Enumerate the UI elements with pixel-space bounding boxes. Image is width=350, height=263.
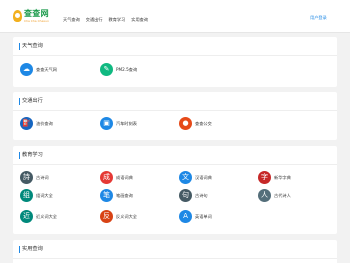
site-logo[interactable]: 查查网 Cha Cha Chaxun [13, 8, 51, 26]
login-link[interactable]: 用户登录 [310, 15, 327, 21]
tool-label: 近义词大全 [36, 214, 57, 219]
tool-item-poet[interactable]: 人古代诗人 [258, 189, 328, 203]
tool-label: 查查天气网 [36, 67, 57, 72]
section-education: 教育学习 詩古诗词 成成语词典 文汉语词典 字新华字典 组组词大全 笔笔画查询 … [13, 146, 337, 234]
verse-icon: 句 [179, 189, 192, 202]
nav-education[interactable]: 教育学习 [109, 17, 126, 23]
tool-item-poetry[interactable]: 詩古诗词 [20, 171, 90, 185]
logo-title: 查查网 [24, 8, 49, 18]
section-utility: 实用查询 [13, 240, 337, 263]
main-nav: 天气查询 交通出行 教育学习 实用查询 [63, 17, 148, 23]
nav-weather[interactable]: 天气查询 [63, 17, 80, 23]
tool-label: 查查公交 [195, 121, 212, 126]
tool-item-fuel[interactable]: ⛽ 油价查询 [20, 117, 90, 131]
synonym-icon: 近 [20, 210, 33, 223]
tool-label: 笔画查询 [116, 193, 133, 198]
tool-label: 反义词大全 [116, 214, 137, 219]
tool-label: 新华字典 [274, 175, 291, 180]
idiom-icon: 成 [100, 171, 113, 184]
tool-item-verse[interactable]: 句古诗句 [179, 189, 249, 203]
tool-item-stroke[interactable]: 笔笔画查询 [100, 189, 170, 203]
tool-item-idiom[interactable]: 成成语词典 [100, 171, 170, 185]
logo-subtitle: Cha Cha Chaxun [24, 19, 49, 23]
stroke-icon: 笔 [100, 189, 113, 202]
logo-icon [13, 10, 22, 22]
divider [13, 110, 337, 111]
fuel-icon: ⛽ [20, 117, 33, 130]
tool-label: 汉语词典 [195, 175, 212, 180]
tool-item-english[interactable]: A 英语单词 [179, 210, 249, 224]
section-weather: 天气查询 ☁ 查查天气网 ✎ PM2.5查询 [13, 37, 337, 87]
tool-item-dictionary[interactable]: 文汉语词典 [179, 171, 249, 185]
tool-item-character[interactable]: 字新华字典 [258, 171, 328, 185]
tool-label: 组词大全 [36, 193, 53, 198]
tool-item-word-group[interactable]: 组组词大全 [20, 189, 90, 203]
tool-label: 英语单词 [195, 214, 212, 219]
divider [13, 55, 337, 56]
word-group-icon: 组 [20, 189, 33, 202]
cloud-icon: ☁ [20, 63, 33, 76]
tool-item-map-pin[interactable]: ● 查查公交 [179, 117, 249, 131]
section-title: 教育学习 [19, 152, 43, 159]
tool-label: 成语词典 [116, 175, 133, 180]
divider [13, 258, 337, 259]
dictionary-icon: 文 [179, 171, 192, 184]
nav-traffic[interactable]: 交通出行 [86, 17, 103, 23]
divider [13, 164, 337, 165]
tool-item-antonym[interactable]: 反反义词大全 [100, 210, 170, 224]
tool-label: 古诗句 [195, 193, 208, 198]
tool-item-cloud[interactable]: ☁ 查查天气网 [20, 63, 90, 77]
tool-item-bus[interactable]: ▣ 汽车时刻表 [100, 117, 170, 131]
tool-item-synonym[interactable]: 近近义词大全 [20, 210, 90, 224]
tool-item-leaf[interactable]: ✎ PM2.5查询 [100, 63, 170, 77]
section-title: 天气查询 [19, 43, 43, 50]
bus-icon: ▣ [100, 117, 113, 130]
section-title: 实用查询 [19, 246, 43, 253]
top-bar: 查查网 Cha Cha Chaxun 天气查询 交通出行 教育学习 实用查询 用… [0, 0, 350, 33]
poetry-icon: 詩 [20, 171, 33, 184]
section-title: 交通出行 [19, 98, 43, 105]
antonym-icon: 反 [100, 210, 113, 223]
leaf-icon: ✎ [100, 63, 113, 76]
map-pin-icon: ● [179, 117, 192, 130]
character-icon: 字 [258, 171, 271, 184]
tool-label: 古代诗人 [274, 193, 291, 198]
tool-label: 汽车时刻表 [116, 121, 137, 126]
section-traffic: 交通出行 ⛽ 油价查询 ▣ 汽车时刻表 ● 查查公交 [13, 92, 337, 140]
english-icon: A [179, 210, 192, 223]
poet-icon: 人 [258, 189, 271, 202]
tool-label: PM2.5查询 [116, 67, 138, 72]
tool-label: 古诗词 [36, 175, 49, 180]
nav-utility[interactable]: 实用查询 [131, 17, 148, 23]
tool-label: 油价查询 [36, 121, 53, 126]
